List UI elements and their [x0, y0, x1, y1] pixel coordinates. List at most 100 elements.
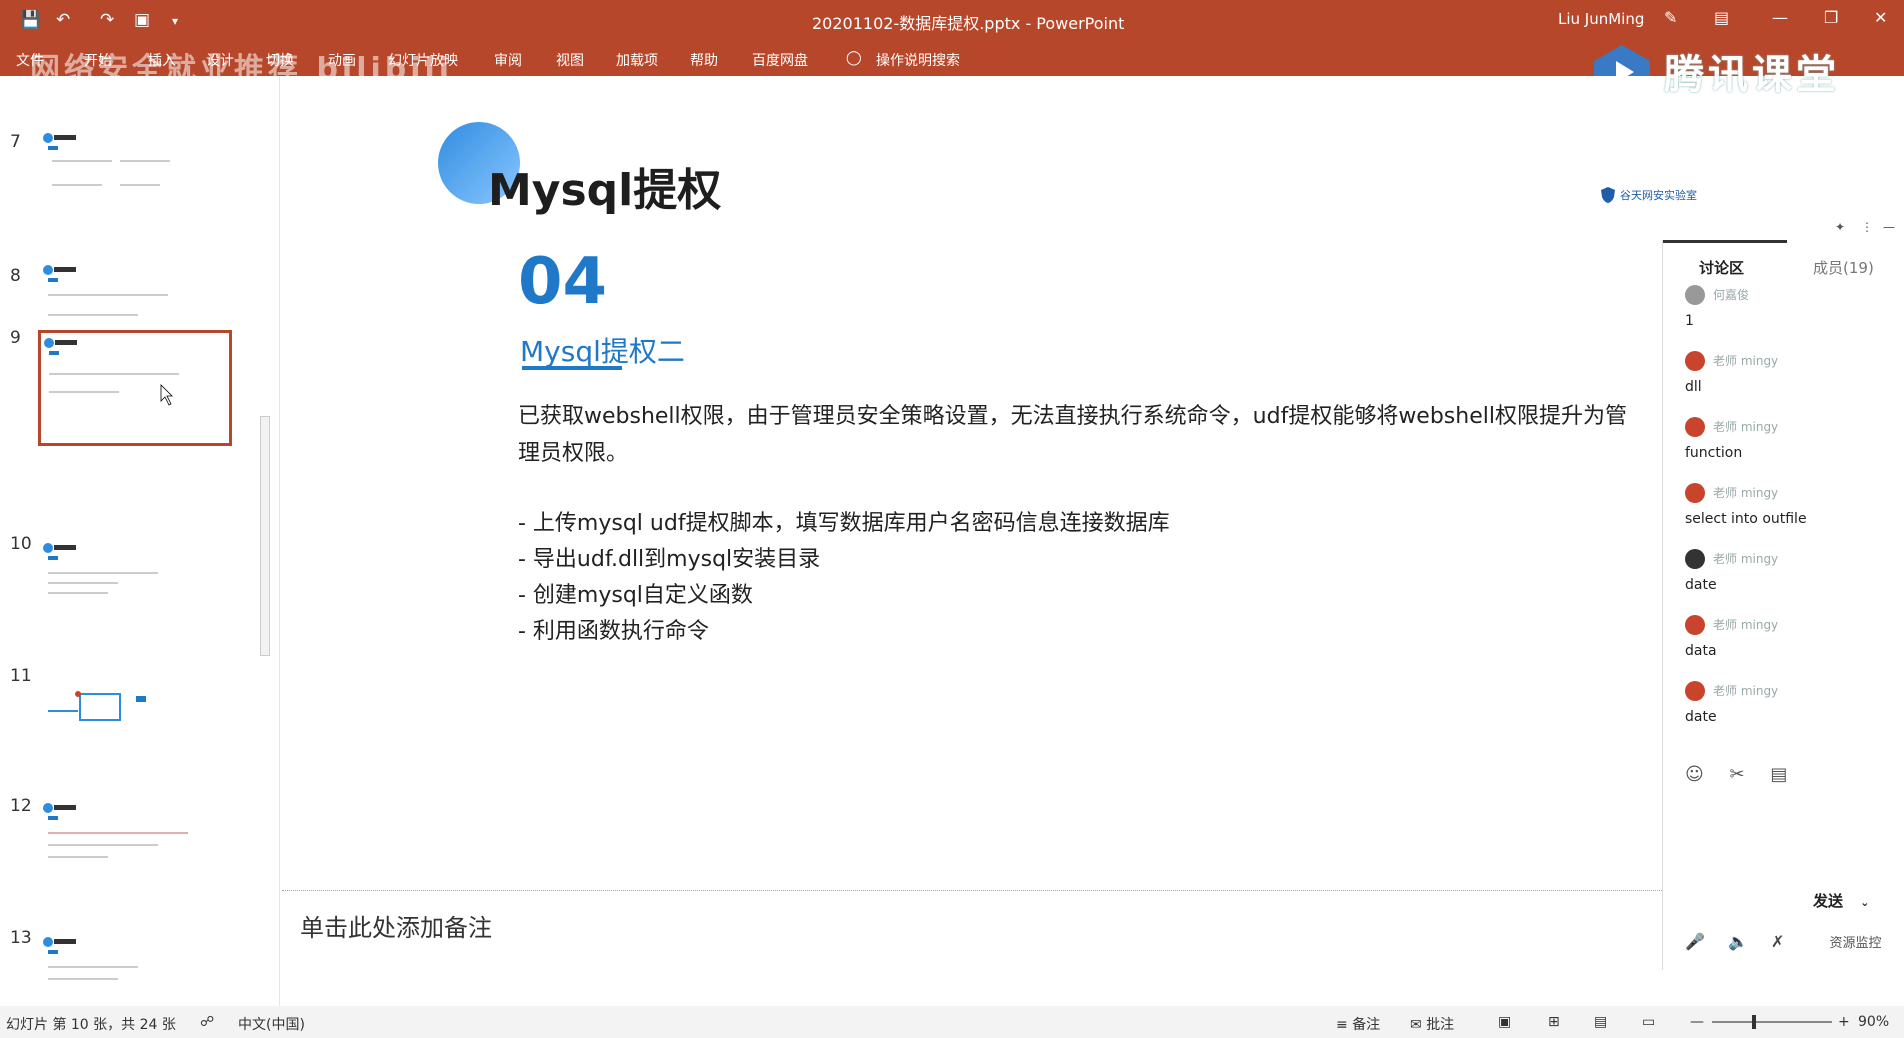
discussion-panel: ✦ ⋮ — 讨论区 成员(19) 何嘉俊 1 老师 mingy dll 老师 m… — [1662, 220, 1904, 970]
share-label: 共享 — [1855, 94, 1882, 109]
message-sender: 何嘉俊 — [1713, 288, 1750, 302]
shield-icon — [1601, 187, 1615, 203]
active-tab-indicator — [1663, 240, 1787, 243]
ribbon-display-options-icon[interactable]: ▤ — [1714, 8, 1729, 27]
start-from-beginning-icon[interactable]: ▣ — [134, 10, 150, 30]
chat-message: 老师 mingy date — [1685, 680, 1895, 725]
pin-icon[interactable]: ✦ — [1835, 220, 1845, 234]
microphone-icon[interactable]: 🎤 — [1685, 932, 1705, 951]
normal-view-icon[interactable]: ▣ — [1498, 1014, 1511, 1030]
slide-body-text[interactable]: 已获取webshell权限，由于管理员安全策略设置，无法直接执行系统命令，udf… — [518, 398, 1648, 472]
emoji-icon[interactable]: ☺ — [1685, 764, 1704, 785]
tab-help[interactable]: 帮助 — [690, 50, 718, 70]
language-indicator[interactable]: 中文(中国) — [238, 1014, 305, 1034]
send-label: 发送 — [1813, 892, 1844, 910]
message-text: date — [1685, 708, 1717, 725]
window-title: 20201102-数据库提权.pptx - PowerPoint — [812, 14, 1125, 33]
message-text: dll — [1685, 378, 1702, 395]
slide-thumbnail-11[interactable] — [40, 676, 230, 786]
share-button[interactable]: ● 共享 — [1840, 90, 1882, 109]
notes-button[interactable]: ≡ 备注 — [1336, 1014, 1380, 1034]
tab-addins[interactable]: 加载项 — [616, 50, 658, 70]
tab-baidu-netdisk[interactable]: 百度网盘 — [752, 50, 808, 70]
avatar — [1685, 350, 1705, 371]
lightbulb-icon: ◯ — [846, 50, 862, 66]
undo-icon[interactable]: ↶ — [56, 10, 70, 30]
panel-bottom-bar: 🎤 🔈 ✗ 资源监控 — [1685, 932, 1882, 951]
tab-review[interactable]: 审阅 — [494, 50, 522, 70]
tab-discussion[interactable]: 讨论区 — [1699, 257, 1744, 278]
section-number[interactable]: 04 — [518, 245, 607, 319]
tab-view[interactable]: 视图 — [556, 50, 584, 70]
user-name[interactable]: Liu JunMing — [1558, 10, 1644, 28]
section-subtitle[interactable]: Mysql提权二 — [520, 330, 685, 370]
slideshow-icon[interactable]: ▭ — [1642, 1014, 1655, 1030]
mute-icon[interactable]: ✗ — [1771, 932, 1784, 951]
restore-icon[interactable]: ❐ — [1824, 8, 1838, 27]
thumb-content — [43, 543, 158, 594]
minimize-icon[interactable]: — — [1772, 8, 1788, 27]
slide-thumbnail-9-selected[interactable] — [38, 330, 232, 446]
slide-title[interactable]: Mysql提权 — [488, 154, 721, 218]
tell-me-search[interactable]: 操作说明搜索 — [876, 50, 960, 70]
thumbnails-scrollbar[interactable] — [256, 156, 276, 1038]
more-icon[interactable]: ⋮ — [1861, 220, 1873, 234]
notes-label: 备注 — [1352, 1017, 1381, 1033]
close-icon[interactable]: ✕ — [1874, 8, 1887, 27]
slide-thumbnails-panel: 7 8 9 10 11 12 13 — [0, 76, 280, 1006]
chat-message: 老师 mingy date — [1685, 548, 1895, 593]
message-text: date — [1685, 576, 1717, 593]
tencent-classroom-text: 腾讯课堂 — [1664, 52, 1840, 98]
zoom-level[interactable]: 90% — [1858, 1014, 1889, 1030]
comments-label: 批注 — [1426, 1017, 1455, 1033]
bullet-item: - 利用函数执行命令 — [518, 619, 709, 644]
scrollbar-thumb[interactable] — [260, 416, 270, 656]
resource-monitor[interactable]: 资源监控 — [1830, 936, 1882, 951]
pen-icon[interactable]: ✎ — [1664, 8, 1677, 27]
customize-quick-access-icon[interactable]: ▾ — [172, 14, 178, 28]
message-sender: 老师 mingy — [1713, 420, 1779, 434]
save-icon[interactable]: 💾 — [20, 10, 41, 30]
bullet-list[interactable]: - 上传mysql udf提权脚本，填写数据库用户名密码信息连接数据库 - 导出… — [518, 506, 1170, 650]
collapse-icon[interactable]: — — [1883, 220, 1895, 234]
slide-counter: 幻灯片 第 10 张，共 24 张 — [6, 1017, 176, 1033]
thumb-number: 11 — [10, 666, 32, 686]
avatar — [1685, 284, 1705, 305]
notes-divider[interactable] — [282, 890, 1662, 891]
zoom-slider-thumb[interactable] — [1752, 1015, 1756, 1029]
chevron-down-icon[interactable]: ⌄ — [1860, 896, 1869, 909]
slide-thumbnail-7[interactable] — [40, 128, 230, 238]
avatar — [1685, 482, 1705, 503]
thumb-number: 7 — [10, 132, 21, 152]
send-button[interactable]: 发送 ⌄ — [1813, 890, 1869, 911]
slide-sorter-icon[interactable]: ⊞ — [1548, 1014, 1560, 1030]
message-sender: 老师 mingy — [1713, 354, 1779, 368]
redo-icon[interactable]: ↷ — [100, 10, 114, 30]
lab-logo-text: 谷天网安实验室 — [1620, 189, 1697, 202]
subtitle-underline — [522, 366, 622, 370]
chat-input[interactable] — [1677, 800, 1891, 880]
tab-members[interactable]: 成员(19) — [1813, 257, 1874, 278]
scissors-icon[interactable]: ✂ — [1730, 764, 1745, 785]
thumb-content — [43, 937, 138, 980]
message-sender: 老师 mingy — [1713, 552, 1779, 566]
notes-placeholder[interactable]: 单击此处添加备注 — [300, 908, 492, 943]
slide-thumbnail-13[interactable] — [40, 932, 230, 1002]
comments-button[interactable]: ✉ 批注 — [1410, 1014, 1454, 1034]
thumb-number: 9 — [10, 328, 21, 348]
thumb-content — [48, 691, 146, 721]
accessibility-icon[interactable]: ☍ — [200, 1014, 214, 1030]
chat-message: 老师 mingy dll — [1685, 350, 1895, 395]
avatar — [1685, 680, 1705, 701]
image-icon[interactable]: ▤ — [1770, 764, 1787, 785]
thumb-number: 12 — [10, 796, 32, 816]
zoom-slider[interactable] — [1712, 1015, 1832, 1029]
powerpoint-window: 💾 ↶ ↷ ▣ ▾ 20201102-数据库提权.pptx - PowerPoi… — [0, 0, 1904, 1038]
chat-toolbar: ☺ ✂ ▤ ⚙ — [1685, 764, 1904, 785]
zoom-in-icon[interactable]: + — [1838, 1014, 1850, 1030]
speaker-icon[interactable]: 🔈 — [1728, 932, 1748, 951]
slide-thumbnail-10[interactable] — [40, 538, 230, 648]
zoom-out-icon[interactable]: — — [1690, 1014, 1704, 1030]
reading-view-icon[interactable]: ▤ — [1594, 1014, 1607, 1030]
slide-thumbnail-12[interactable] — [40, 798, 230, 908]
